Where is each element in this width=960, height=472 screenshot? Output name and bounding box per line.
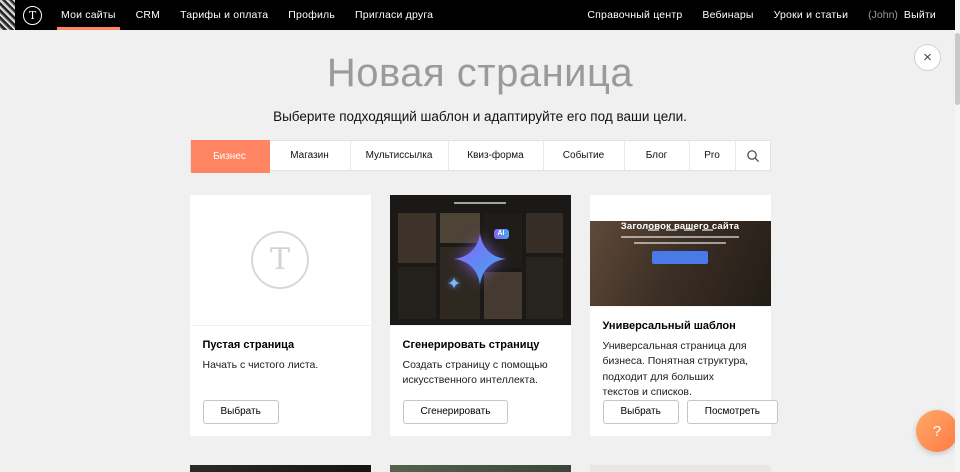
nav-lessons[interactable]: Уроки и статьи bbox=[764, 0, 859, 30]
generate-button[interactable]: Сгенерировать bbox=[403, 400, 509, 424]
scrollbar-track bbox=[955, 0, 960, 472]
template-card-partial[interactable] bbox=[590, 465, 771, 472]
topbar-nav-left: Мои сайты CRM Тарифы и оплата Профиль Пр… bbox=[51, 0, 443, 30]
template-card-universal: Заголовок вашего сайта Универсальный шаб… bbox=[590, 195, 771, 436]
topbar-nav-right: Справочный центр Вебинары Уроки и статьи… bbox=[577, 0, 960, 30]
ai-generate-preview[interactable]: AI bbox=[390, 195, 571, 326]
template-card-blank: T Пустая страница Начать с чистого листа… bbox=[190, 195, 371, 436]
ai-sparkle-icon bbox=[454, 233, 506, 285]
ai-small-sparkle-icon bbox=[448, 277, 460, 289]
preview-header-line bbox=[454, 202, 506, 204]
card-body: Пустая страница Начать с чистого листа. … bbox=[190, 326, 371, 436]
card-actions: Выбрать Посмотреть bbox=[603, 400, 758, 424]
topbar: T Мои сайты CRM Тарифы и оплата Профиль … bbox=[0, 0, 960, 30]
tab-shop[interactable]: Магазин bbox=[270, 141, 351, 170]
template-card-ai: AI Сгенерировать страницу Создать страни… bbox=[390, 195, 571, 436]
card-actions: Сгенерировать bbox=[403, 400, 558, 424]
card-title: Пустая страница bbox=[203, 339, 358, 351]
scrollbar-thumb[interactable] bbox=[955, 33, 960, 105]
template-grid: T Пустая страница Начать с чистого листа… bbox=[190, 195, 771, 436]
nav-my-sites[interactable]: Мои сайты bbox=[51, 0, 126, 30]
preview-hero: Заголовок вашего сайта bbox=[590, 221, 771, 307]
tab-event[interactable]: Событие bbox=[544, 141, 625, 170]
tilda-mark-icon: T bbox=[251, 231, 309, 289]
page-subtitle: Выберите подходящий шаблон и адаптируйте… bbox=[0, 109, 960, 124]
nav-help-center[interactable]: Справочный центр bbox=[577, 0, 692, 30]
ai-badge: AI bbox=[494, 229, 509, 239]
blank-page-preview[interactable]: T bbox=[190, 195, 371, 326]
choose-universal-button[interactable]: Выбрать bbox=[603, 400, 679, 424]
close-button[interactable]: × bbox=[914, 44, 941, 71]
tab-business[interactable]: Бизнес bbox=[191, 140, 270, 173]
card-actions: Выбрать bbox=[203, 400, 358, 424]
nav-profile[interactable]: Профиль bbox=[278, 0, 345, 30]
search-icon bbox=[746, 149, 760, 163]
preview-universal-button[interactable]: Посмотреть bbox=[687, 400, 778, 424]
page-title: Новая страница bbox=[0, 51, 960, 96]
tab-quiz-form[interactable]: Квиз-форма bbox=[449, 141, 544, 170]
main-content: Новая страница Выберите подходящий шабло… bbox=[0, 51, 960, 472]
preview-text-line bbox=[621, 236, 739, 238]
tab-search[interactable] bbox=[736, 141, 770, 170]
logout-link[interactable]: Выйти bbox=[900, 0, 946, 30]
nav-pricing[interactable]: Тарифы и оплата bbox=[170, 0, 278, 30]
nav-crm[interactable]: CRM bbox=[126, 0, 171, 30]
preview-text-line bbox=[634, 242, 726, 244]
help-button[interactable]: ? bbox=[916, 410, 958, 452]
card-body: Сгенерировать страницу Создать страницу … bbox=[390, 326, 571, 436]
card-title: Универсальный шаблон bbox=[603, 320, 758, 332]
close-icon: × bbox=[923, 50, 932, 65]
edge-pattern-decoration bbox=[0, 0, 15, 30]
tab-blog[interactable]: Блог bbox=[625, 141, 690, 170]
preview-hero-title: Заголовок вашего сайта bbox=[590, 221, 771, 232]
tilda-logo[interactable]: T bbox=[23, 6, 42, 25]
universal-template-preview[interactable]: Заголовок вашего сайта bbox=[590, 195, 771, 307]
tilda-logo-letter: T bbox=[29, 10, 36, 21]
tab-pro[interactable]: Pro bbox=[690, 141, 736, 170]
template-card-partial[interactable] bbox=[190, 465, 371, 472]
template-card-partial[interactable] bbox=[390, 465, 571, 472]
card-description: Универсальная страница для бизнеса. Поня… bbox=[603, 339, 758, 400]
preview-cta-button bbox=[652, 251, 708, 264]
card-body: Универсальный шаблон Универсальная стран… bbox=[590, 307, 771, 436]
tab-multilink[interactable]: Мультиссылка bbox=[351, 141, 449, 170]
user-name: (John) bbox=[858, 9, 900, 21]
choose-blank-button[interactable]: Выбрать bbox=[203, 400, 279, 424]
nav-webinars[interactable]: Вебинары bbox=[692, 0, 763, 30]
card-description: Начать с чистого листа. bbox=[203, 358, 358, 373]
template-grid-next-row bbox=[190, 465, 771, 472]
template-category-tabs: Бизнес Магазин Мультиссылка Квиз-форма С… bbox=[190, 140, 771, 171]
nav-invite-friend[interactable]: Пригласи друга bbox=[345, 0, 443, 30]
card-description: Создать страницу с помощью искусственног… bbox=[403, 358, 558, 388]
card-title: Сгенерировать страницу bbox=[403, 339, 558, 351]
